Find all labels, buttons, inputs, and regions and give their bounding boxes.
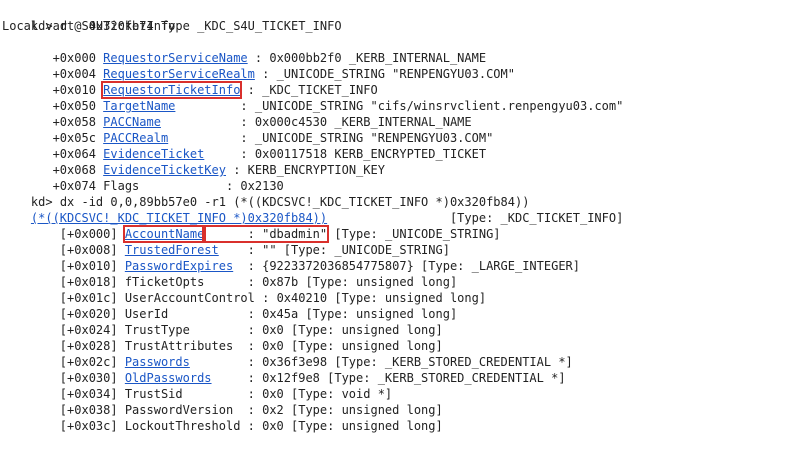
field-row: +0x050 TargetName : _UNICODE_STRING "cif… xyxy=(2,82,624,113)
member-row: [+0x000] AccountName : "dbadmin" [Type: … xyxy=(2,210,501,243)
member-row: [+0x024] TrustType : 0x0 [Type: unsigned… xyxy=(2,306,443,337)
member-separator: : xyxy=(240,419,263,433)
member-row: [+0x038] PasswordVersion : 0x2 [Type: un… xyxy=(2,386,443,417)
member-row: [+0x034] TrustSid : 0x0 [Type: void *] xyxy=(2,370,392,401)
debugger-console: kd> dt S4UTicketInfo Local var @ 0x320fb… xyxy=(0,0,800,433)
field-row: +0x058 PACCName : 0x000c4530 _KERB_INTER… xyxy=(2,98,472,129)
member-row: [+0x030] OldPasswords : 0x12f9e8 [Type: … xyxy=(2,354,566,385)
member-row: [+0x020] UserId : 0x45a [Type: unsigned … xyxy=(2,290,457,321)
member-row: [+0x03c] LockoutThreshold : 0x0 [Type: u… xyxy=(2,402,443,433)
local-var-line: Local var @ 0x320fb74 Type _KDC_S4U_TICK… xyxy=(2,19,342,33)
field-row: +0x074 Flags : 0x2130 xyxy=(2,162,284,193)
command-line-dx: kd> dx -id 0,0,89bb57e0 -r1 (*((KDCSVC!_… xyxy=(2,178,530,209)
field-row: +0x010 RequestorTicketInfo : _KDC_TICKET… xyxy=(2,66,378,99)
field-row: +0x068 EvidenceTicketKey : KERB_ENCRYPTI… xyxy=(2,146,385,177)
field-row: +0x05c PACCRealm : _UNICODE_STRING "RENP… xyxy=(2,114,494,145)
dx-result-header: (*((KDCSVC!_KDC_TICKET_INFO *)0x320fb84)… xyxy=(2,194,623,225)
member-row: [+0x008] TrustedForest : "" [Type: _UNIC… xyxy=(2,226,450,257)
member-row: [+0x010] PasswordExpires : {922337203685… xyxy=(2,242,580,273)
field-row: +0x004 RequestorServiceRealm : _UNICODE_… xyxy=(2,50,515,81)
member-name: LockoutThreshold xyxy=(124,419,241,433)
member-row: [+0x018] fTicketOpts : 0x87b [Type: unsi… xyxy=(2,258,457,289)
field-row: +0x064 EvidenceTicket : 0x00117518 KERB_… xyxy=(2,130,487,161)
field-row: +0x000 RequestorServiceName : 0x000bb2f0… xyxy=(2,34,487,65)
member-row: [+0x028] TrustAttributes : 0x0 [Type: un… xyxy=(2,322,443,353)
member-row: [+0x01c] UserAccountControl : 0x40210 [T… xyxy=(2,274,486,305)
command-line-dt: kd> dt S4UTicketInfo xyxy=(2,2,176,33)
member-row: [+0x02c] Passwords : 0x36f3e98 [Type: _K… xyxy=(2,338,573,369)
member-offset: [+0x03c] xyxy=(30,419,125,433)
member-value: 0x0 [Type: unsigned long] xyxy=(262,419,443,433)
